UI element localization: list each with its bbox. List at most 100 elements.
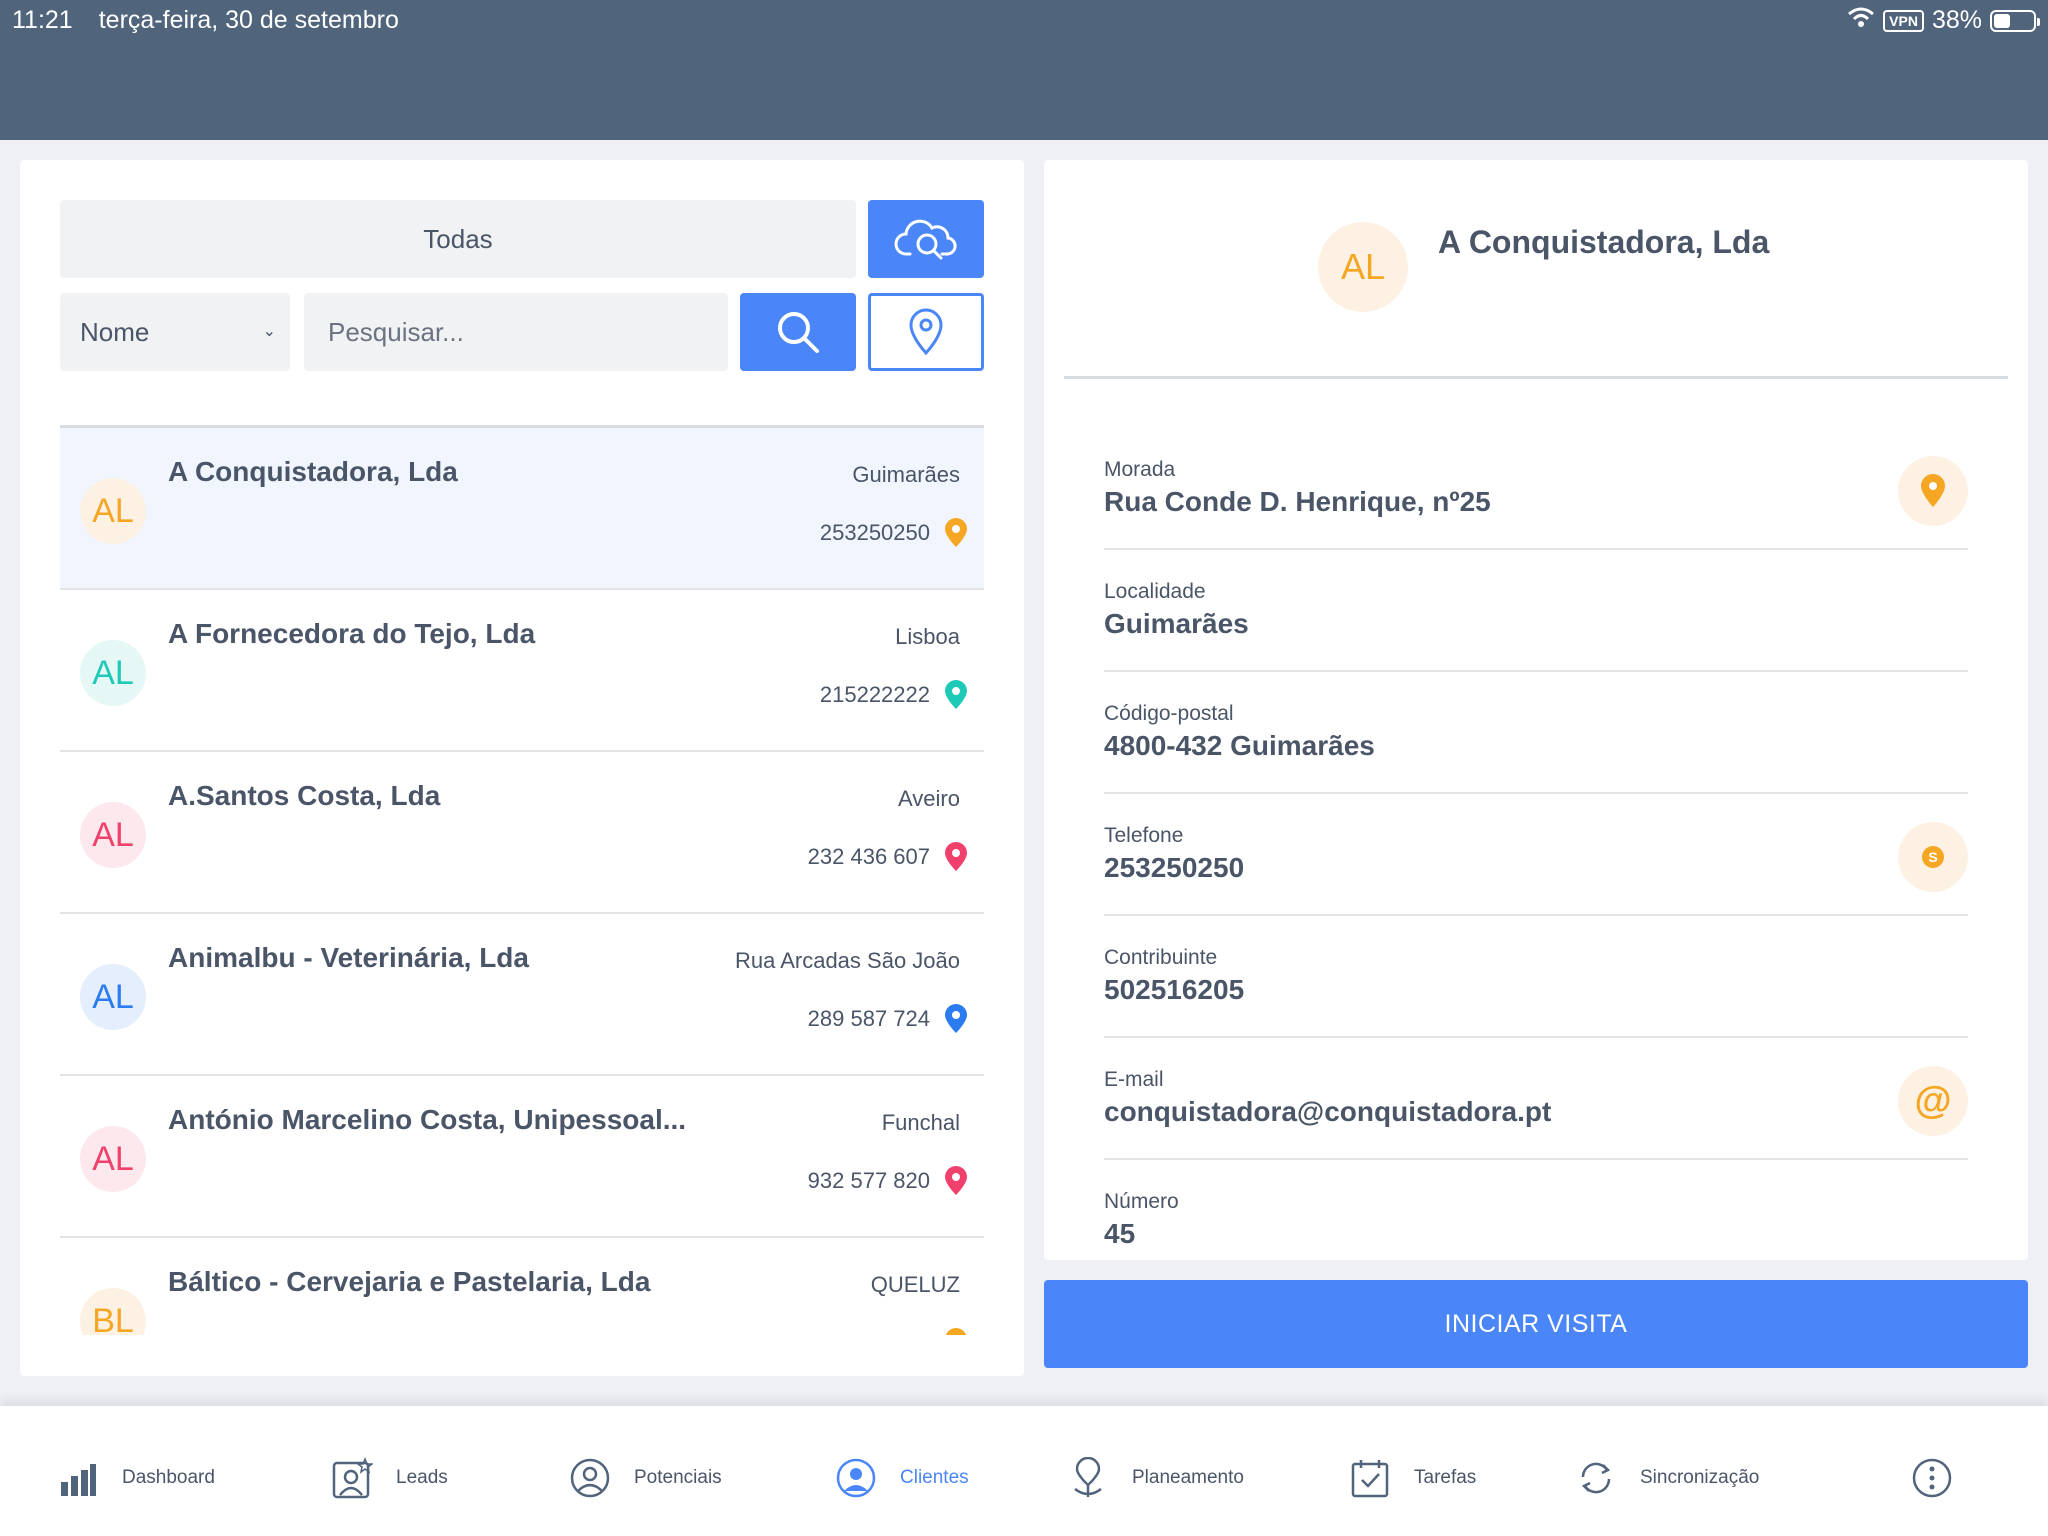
send-email-button[interactable]: @ <box>1898 1066 1968 1136</box>
field-contribuinte: Contribuinte 502516205 <box>1104 916 1968 1038</box>
start-visit-button[interactable]: INICIAR VISITA <box>1044 1280 2028 1368</box>
field-email: E-mail conquistadora@conquistadora.pt @ <box>1104 1038 1968 1160</box>
map-pin-button[interactable] <box>1898 456 1968 526</box>
client-name: António Marcelino Costa, Unipessoal... <box>168 1104 687 1135</box>
nav-leads[interactable]: Leads <box>330 1456 448 1500</box>
client-name: Animalbu - Veterinária, Lda <box>168 942 529 973</box>
at-sign-icon: @ <box>1914 1080 1952 1122</box>
client-phone: 253250250 <box>819 520 930 545</box>
map-location-button[interactable] <box>868 293 984 371</box>
field-value: 502516205 <box>1104 974 1245 1005</box>
field-value: 253250250 <box>1104 852 1245 883</box>
field-label: Telefone <box>1104 824 1184 847</box>
search-input[interactable] <box>304 293 728 371</box>
status-time: 11:21 <box>12 6 73 34</box>
field-label: Número <box>1104 1190 1179 1213</box>
field-label: Código-postal <box>1104 702 1234 725</box>
more-vertical-icon <box>1910 1456 1954 1500</box>
client-phone: 215222222 <box>819 682 930 707</box>
divider <box>1064 376 2008 379</box>
client-detail-panel: AL A Conquistadora, Lda Morada Rua Conde… <box>1044 160 2028 1260</box>
map-pin-icon[interactable] <box>944 1166 968 1201</box>
nav-sincronizacao[interactable]: Sincronização <box>1574 1456 1759 1500</box>
nav-label: Dashboard <box>122 1467 215 1488</box>
search-field-select-value: Nome <box>80 316 150 347</box>
category-filter[interactable]: Todas <box>60 200 856 278</box>
client-avatar: AL <box>80 478 146 544</box>
map-pin-icon[interactable] <box>944 680 968 715</box>
client-row[interactable]: AL António Marcelino Costa, Unipessoal..… <box>60 1076 984 1238</box>
nav-tarefas[interactable]: Tarefas <box>1348 1456 1476 1500</box>
field-value: 45 <box>1104 1218 1136 1249</box>
leads-icon <box>330 1456 374 1500</box>
field-value: 4800-432 Guimarães <box>1104 730 1375 761</box>
nav-label: Planeamento <box>1132 1467 1244 1488</box>
search-field-select[interactable]: Nome ⌄ <box>60 293 290 371</box>
client-row[interactable]: BL Báltico - Cervejaria e Pastelaria, Ld… <box>60 1238 984 1335</box>
wifi-icon <box>1847 6 1875 35</box>
field-label: Contribuinte <box>1104 946 1218 969</box>
nav-more[interactable] <box>1910 1456 1954 1500</box>
battery-percent: 38% <box>1931 6 1982 34</box>
search-button[interactable] <box>740 293 856 371</box>
field-numero: Número 45 <box>1104 1160 1968 1260</box>
chevron-down-icon: ⌄ <box>262 323 276 340</box>
map-pin-icon[interactable] <box>944 842 968 877</box>
nav-dashboard[interactable]: Dashboard <box>56 1456 215 1500</box>
field-localidade: Localidade Guimarães <box>1104 550 1968 672</box>
calendar-check-icon <box>1348 1456 1392 1500</box>
client-name: Báltico - Cervejaria e Pastelaria, Lda <box>168 1266 651 1297</box>
field-label: E-mail <box>1104 1068 1164 1091</box>
field-value: conquistadora@conquistadora.pt <box>1104 1096 1552 1127</box>
field-value: Guimarães <box>1104 608 1249 639</box>
cloud-search-button[interactable] <box>868 200 984 278</box>
client-avatar: AL <box>80 640 146 706</box>
client-row[interactable]: AL A Fornecedora do Tejo, Lda Lisboa 215… <box>60 590 984 752</box>
nav-label: Sincronização <box>1640 1467 1760 1488</box>
map-pin-icon[interactable] <box>944 1004 968 1039</box>
client-city: Rua Arcadas São João <box>734 948 960 973</box>
detail-title: A Conquistadora, Lda <box>1438 224 1770 260</box>
client-phone: 289 587 724 <box>807 1006 930 1031</box>
field-telefone: Telefone 253250250 S <box>1104 794 1968 916</box>
client-row[interactable]: AL A Conquistadora, Lda Guimarães 253250… <box>60 428 984 590</box>
detail-avatar: AL <box>1318 222 1408 312</box>
top-header: 11:21 terça-feira, 30 de setembro VPN 38… <box>0 0 2048 140</box>
client-avatar: AL <box>80 1126 146 1192</box>
client-name: A Fornecedora do Tejo, Lda <box>168 618 536 649</box>
user-circle-icon <box>568 1456 612 1500</box>
bar-chart-icon <box>56 1456 100 1500</box>
map-pin-icon <box>1921 474 1945 507</box>
client-row[interactable]: AL Animalbu - Veterinária, Lda Rua Arcad… <box>60 914 984 1076</box>
map-pin-icon[interactable] <box>944 1328 968 1335</box>
field-morada: Morada Rua Conde D. Henrique, nº25 <box>1104 428 1968 550</box>
client-list-panel: Todas Nome ⌄ AL A Conquistadora, Lda Gui… <box>20 160 1024 1376</box>
vpn-badge: VPN <box>1883 9 1924 32</box>
client-name: A.Santos Costa, Lda <box>168 780 441 811</box>
map-pin-icon[interactable] <box>944 518 968 553</box>
skype-call-button[interactable]: S <box>1898 822 1968 892</box>
nav-label: Clientes <box>900 1467 969 1488</box>
user-circle-filled-icon <box>834 1456 878 1500</box>
nav-planeamento[interactable]: Planeamento <box>1066 1456 1244 1500</box>
cloud-search-icon <box>894 219 957 260</box>
bottom-navigation: Dashboard Leads Potenciais Clientes Plan… <box>0 1406 2048 1536</box>
client-avatar: AL <box>80 964 146 1030</box>
field-value: Rua Conde D. Henrique, nº25 <box>1104 486 1491 517</box>
map-pin-outline-icon <box>909 308 943 356</box>
field-codigo-postal: Código-postal 4800-432 Guimarães <box>1104 672 1968 794</box>
sync-icon <box>1574 1456 1618 1500</box>
client-list: AL A Conquistadora, Lda Guimarães 253250… <box>60 425 984 1335</box>
status-bar-left: 11:21 terça-feira, 30 de setembro <box>12 6 399 35</box>
nav-potenciais[interactable]: Potenciais <box>568 1456 722 1500</box>
search-icon <box>778 312 819 353</box>
client-row[interactable]: AL A.Santos Costa, Lda Aveiro 232 436 60… <box>60 752 984 914</box>
status-bar-right: VPN 38% <box>1847 6 2040 35</box>
field-label: Morada <box>1104 458 1176 481</box>
skype-icon: S <box>1922 846 1944 868</box>
client-avatar: AL <box>80 802 146 868</box>
client-city: Aveiro <box>898 786 960 811</box>
client-name: A Conquistadora, Lda <box>168 456 458 487</box>
nav-clientes[interactable]: Clientes <box>834 1456 969 1500</box>
battery-icon <box>1990 9 2040 32</box>
